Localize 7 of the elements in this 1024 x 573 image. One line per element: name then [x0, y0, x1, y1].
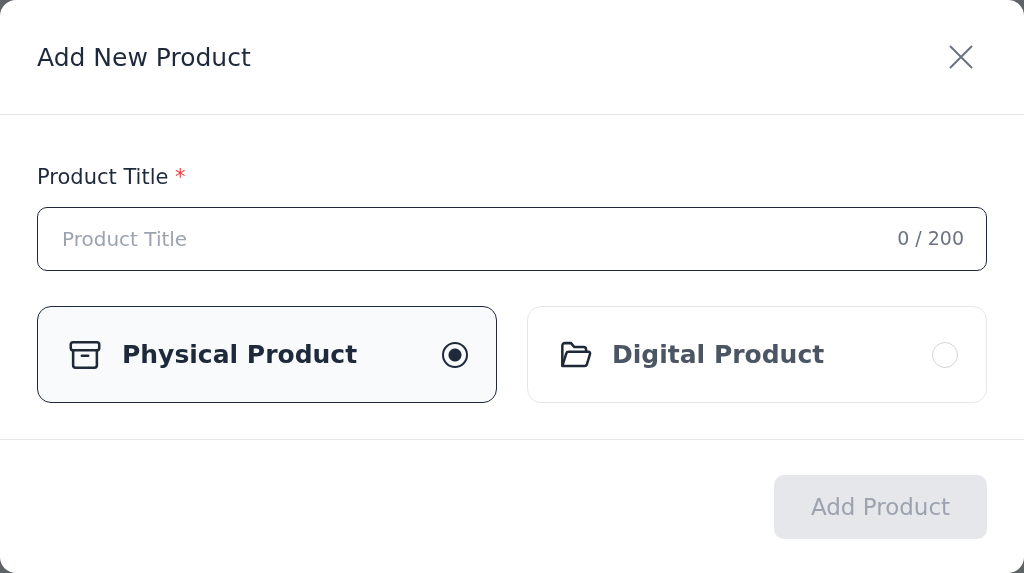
character-counter: 0 / 200: [897, 227, 964, 249]
dialog-title: Add New Product: [37, 42, 251, 72]
field-label: Product Title *: [37, 165, 187, 189]
product-type-option[interactable]: Physical Product: [37, 306, 497, 403]
required-asterisk: *: [175, 165, 186, 189]
product-type-option[interactable]: Digital Product: [527, 306, 987, 403]
radio-button[interactable]: [442, 341, 468, 368]
